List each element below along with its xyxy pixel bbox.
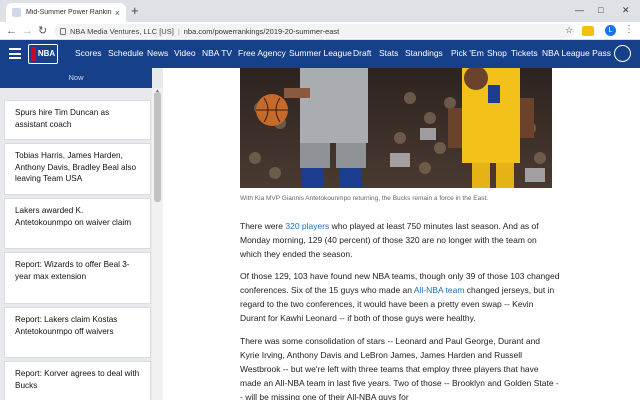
lock-icon bbox=[60, 27, 66, 35]
profile-avatar[interactable]: L bbox=[605, 25, 616, 36]
bookmark-star-icon[interactable]: ☆ bbox=[565, 25, 573, 36]
address-bar[interactable]: NBA Media Ventures, LLC [US] | nba.com/p… bbox=[54, 24, 574, 38]
photo-caption: With Kia MVP Giannis Antetokounmpo retur… bbox=[240, 195, 489, 202]
close-window-icon[interactable]: ✕ bbox=[622, 5, 630, 16]
site-identity: NBA Media Ventures, LLC [US] bbox=[70, 26, 174, 36]
now-sidebar: Now Spurs hire Tim Duncan as assistant c… bbox=[0, 68, 163, 400]
news-card-4[interactable]: Report: Wizards to offer Beal 3-year max… bbox=[5, 253, 150, 303]
hamburger-menu-icon[interactable] bbox=[9, 48, 21, 59]
article-photo bbox=[240, 68, 552, 188]
url-separator: | bbox=[177, 26, 180, 36]
nav-link-league-pass[interactable]: NBA League Pass bbox=[542, 48, 611, 58]
logo-text: NBA bbox=[37, 49, 56, 58]
article-paragraph-2: Of those 129, 103 have found new NBA tea… bbox=[240, 271, 560, 323]
tab-close-icon[interactable]: × bbox=[115, 8, 120, 18]
reload-icon[interactable]: ↻ bbox=[38, 23, 47, 39]
article-body: With Kia MVP Giannis Antetokounmpo retur… bbox=[163, 68, 640, 400]
nav-link-tickets[interactable]: Tickets bbox=[511, 48, 538, 58]
nba-favicon-icon bbox=[12, 8, 21, 17]
nav-link-shop[interactable]: Shop bbox=[487, 48, 507, 58]
nav-link-nba-tv[interactable]: NBA TV bbox=[202, 48, 232, 58]
minimize-icon[interactable]: — bbox=[575, 5, 584, 15]
nav-link-standings[interactable]: Standings bbox=[405, 48, 443, 58]
site-navbar: NBA Scores Schedule News Video NBA TV Fr… bbox=[0, 40, 640, 68]
nba-logo[interactable]: NBA bbox=[28, 44, 58, 64]
scrollbar-thumb[interactable] bbox=[154, 92, 161, 202]
extension-icon[interactable] bbox=[582, 26, 594, 36]
now-header: Now bbox=[0, 68, 152, 88]
link-320-players[interactable]: 320 players bbox=[285, 221, 329, 231]
account-icon[interactable] bbox=[614, 45, 631, 62]
news-card-5[interactable]: Report: Lakers claim Kostas Antetokounmp… bbox=[5, 308, 150, 357]
forward-arrow-icon[interactable]: → bbox=[22, 23, 33, 39]
nav-link-summer-league[interactable]: Summer League bbox=[289, 48, 352, 58]
news-card-3[interactable]: Lakers awarded K. Antetokounmpo on waive… bbox=[5, 199, 150, 248]
nav-link-news[interactable]: News bbox=[147, 48, 168, 58]
news-card-2[interactable]: Tobias Harris, James Harden, Anthony Dav… bbox=[5, 144, 150, 194]
nav-link-draft[interactable]: Draft bbox=[353, 48, 371, 58]
url-text: nba.com/powerrankings/2019-20-summer-eas… bbox=[183, 26, 340, 36]
nav-link-schedule[interactable]: Schedule bbox=[108, 48, 143, 58]
nav-link-scores[interactable]: Scores bbox=[75, 48, 101, 58]
maximize-icon[interactable]: □ bbox=[598, 5, 603, 15]
tab-title: Mid-Summer Power Rankings: M bbox=[26, 9, 112, 16]
nav-link-stats[interactable]: Stats bbox=[379, 48, 398, 58]
news-card-6[interactable]: Report: Korver agrees to deal with Bucks bbox=[5, 362, 150, 400]
new-tab-button[interactable]: + bbox=[131, 4, 139, 18]
nav-link-pick-em[interactable]: Pick 'Em bbox=[451, 48, 484, 58]
browser-toolbar: ← → ↻ NBA Media Ventures, LLC [US] | nba… bbox=[0, 22, 640, 40]
back-arrow-icon[interactable]: ← bbox=[6, 23, 17, 39]
article-paragraph-3: There was some consolidation of stars --… bbox=[240, 336, 559, 400]
news-card-1[interactable]: Spurs hire Tim Duncan as assistant coach bbox=[5, 101, 150, 139]
nav-link-video[interactable]: Video bbox=[174, 48, 196, 58]
browser-menu-icon[interactable]: ⋮ bbox=[624, 24, 634, 35]
browser-tabstrip: Mid-Summer Power Rankings: M × + — □ ✕ bbox=[0, 0, 640, 22]
sidebar-scrollbar[interactable]: ▲ bbox=[152, 88, 163, 400]
browser-tab[interactable]: Mid-Summer Power Rankings: M × bbox=[6, 3, 126, 22]
article-paragraph-1: There were 320 players who played at lea… bbox=[240, 221, 539, 259]
link-all-nba-team[interactable]: All-NBA team bbox=[414, 285, 465, 295]
nav-link-free-agency[interactable]: Free Agency bbox=[238, 48, 286, 58]
